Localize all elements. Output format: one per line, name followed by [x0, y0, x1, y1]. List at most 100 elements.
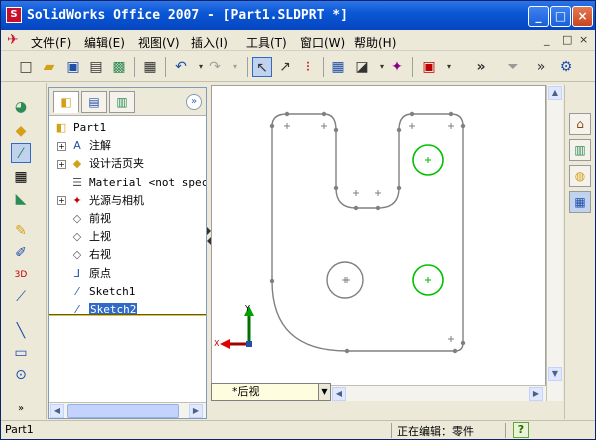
redo-icon[interactable]: ↷: [205, 57, 225, 77]
new-document-icon[interactable]: □: [16, 57, 36, 77]
title-bar: S SolidWorks Office 2007 - [Part1.SLDPRT…: [1, 1, 595, 30]
menu-edit[interactable]: 编辑(E): [84, 34, 125, 51]
doc-minimize-button[interactable]: _: [544, 33, 550, 46]
customize-icon[interactable]: ⚙: [556, 57, 576, 77]
print-icon[interactable]: ▦: [140, 57, 160, 77]
arc-centers: [284, 123, 454, 342]
instant3d-icon[interactable]: ◪: [352, 57, 372, 77]
view-palette-icon[interactable]: ▦: [569, 191, 591, 213]
menu-window[interactable]: 窗口(W): [300, 34, 345, 51]
feature-manager-tabs: ◧ ▤ ▥ »: [49, 88, 206, 116]
annotations-icon: A: [73, 139, 81, 153]
tree-node[interactable]: ◇ 前视: [57, 210, 111, 228]
plane-icon: ◇: [72, 248, 82, 262]
maximize-button[interactable]: □: [550, 6, 571, 27]
scroll-right-icon[interactable]: ▶: [189, 404, 203, 418]
select-pointer-icon[interactable]: ↖: [252, 57, 272, 77]
tree-node[interactable]: ⁄ Sketch2: [57, 301, 138, 319]
design-binder-icon: ◆: [72, 157, 82, 171]
file-explorer-icon[interactable]: ◍: [569, 165, 591, 187]
scroll-thumb[interactable]: [67, 404, 179, 418]
traffic-light-icon[interactable]: ⁝: [298, 57, 318, 77]
sketch-tools-icon[interactable]: ⁄: [11, 143, 31, 163]
relations-icon[interactable]: ◣: [11, 189, 31, 209]
tree-node[interactable]: ◧ Part1: [53, 119, 106, 137]
doc-restore-button[interactable]: □: [562, 33, 572, 46]
collapse-panel-button[interactable]: »: [186, 94, 202, 110]
menu-view[interactable]: 视图(V): [138, 34, 180, 51]
tree-node[interactable]: + ✦ 光源与相机: [57, 192, 144, 210]
help-icon[interactable]: ?: [513, 422, 529, 438]
solidworks-logo-icon[interactable]: S: [6, 7, 22, 23]
rectangle-tool-icon[interactable]: ▭: [11, 343, 31, 363]
expand-icon[interactable]: +: [57, 196, 66, 206]
select-filter-icon[interactable]: ↗: [275, 57, 295, 77]
window-title: SolidWorks Office 2007 - [Part1.SLDPRT *…: [27, 8, 348, 23]
sw-menu-icon[interactable]: ✈: [7, 32, 24, 48]
smart-dimension-icon[interactable]: ▦: [11, 167, 31, 187]
3d-sketch-icon[interactable]: 3D: [11, 265, 31, 285]
menu-bar: ✈ 文件(F) 编辑(E) 视图(V) 插入(I) 工具(T) 窗口(W) 帮助…: [1, 30, 595, 51]
tree-node[interactable]: ⅃ 原点: [57, 265, 111, 283]
menu-insert[interactable]: 插入(I): [191, 34, 228, 51]
status-edit-mode: 正在编辑：零件: [397, 425, 474, 438]
scroll-down-icon[interactable]: ▼: [548, 367, 562, 381]
close-button[interactable]: ×: [572, 6, 593, 27]
undo-icon[interactable]: ↶: [171, 57, 191, 77]
resources-home-icon[interactable]: ⌂: [569, 113, 591, 135]
circle-tool-icon[interactable]: ⊙: [11, 365, 31, 385]
configuration-manager-tab-icon[interactable]: ▥: [109, 91, 135, 113]
canvas-vertical-scrollbar[interactable]: ▲ ▼: [546, 85, 563, 401]
tree-node[interactable]: ⁄ Sketch1: [57, 283, 135, 301]
rebuild-icon[interactable]: ✦: [387, 57, 407, 77]
toolbar-more-right-icon[interactable]: »: [531, 57, 551, 77]
sketch-pencil-icon[interactable]: ✎: [11, 221, 31, 241]
tree-node[interactable]: + A 注解: [57, 137, 111, 155]
minimize-button[interactable]: _: [528, 6, 549, 27]
tree-node[interactable]: + ◆ 设计活页夹: [57, 155, 144, 173]
view-dropdown-icon[interactable]: ▼: [318, 384, 330, 400]
hscroll-left-icon[interactable]: ◀: [332, 387, 346, 401]
feature-tree-tab-icon[interactable]: ◧: [53, 91, 79, 113]
part-icon: ◧: [55, 121, 67, 134]
strip-more-icon[interactable]: »: [11, 399, 31, 419]
options-icon[interactable]: ▩: [109, 57, 129, 77]
open-folder-icon[interactable]: ▰: [39, 57, 59, 77]
tree-node[interactable]: ◇ 右视: [57, 246, 111, 264]
tree-horizontal-scrollbar[interactable]: ◀ ▶: [49, 402, 206, 418]
redo-dropdown-icon[interactable]: ▾: [225, 57, 245, 77]
design-library-icon[interactable]: ▥: [569, 139, 591, 161]
toolbar-more-icon[interactable]: »: [471, 57, 491, 77]
measure-icon[interactable]: ⟋: [11, 287, 31, 307]
sketch-icon: ⁄: [76, 284, 78, 298]
toolbox-dropdown-icon[interactable]: ▾: [439, 57, 459, 77]
scroll-up-icon[interactable]: ▲: [548, 86, 562, 100]
extrude-icon[interactable]: ◆: [11, 121, 31, 141]
tree-node[interactable]: ☰ Material <not speci: [57, 174, 206, 192]
menu-file[interactable]: 文件(F): [31, 34, 71, 51]
triad-x-label: X: [214, 339, 220, 348]
menu-tools[interactable]: 工具(T): [246, 34, 287, 51]
graphics-area[interactable]: Y X: [211, 85, 546, 401]
print-preview-icon[interactable]: ▤: [86, 57, 106, 77]
features-icon[interactable]: ◕: [11, 97, 31, 117]
tree-node[interactable]: ◇ 上视: [57, 228, 111, 246]
hscroll-right-icon[interactable]: ▶: [529, 387, 543, 401]
toolbox-icon[interactable]: ▣: [419, 57, 439, 77]
sketch-icon: ⁄: [76, 303, 78, 316]
scroll-left-icon[interactable]: ◀: [50, 404, 64, 418]
line-tool-icon[interactable]: ╲: [11, 321, 31, 341]
expand-icon[interactable]: +: [57, 141, 66, 151]
grid-icon[interactable]: ▦: [328, 57, 348, 77]
view-orientation-box[interactable]: *后视 ▼: [211, 383, 331, 401]
canvas-horizontal-scrollbar[interactable]: ◀ ▶: [331, 385, 546, 401]
expand-icon[interactable]: +: [57, 159, 66, 169]
tree-node-label: 光源与相机: [89, 193, 144, 207]
doc-close-button[interactable]: ×: [579, 33, 588, 46]
rollback-bar[interactable]: [49, 314, 206, 316]
save-icon[interactable]: ▣: [63, 57, 83, 77]
sketch-edit-icon[interactable]: ✐: [11, 243, 31, 263]
menu-help[interactable]: 帮助(H): [354, 34, 396, 51]
filter-icon[interactable]: ⏷: [503, 57, 523, 77]
property-manager-tab-icon[interactable]: ▤: [81, 91, 107, 113]
